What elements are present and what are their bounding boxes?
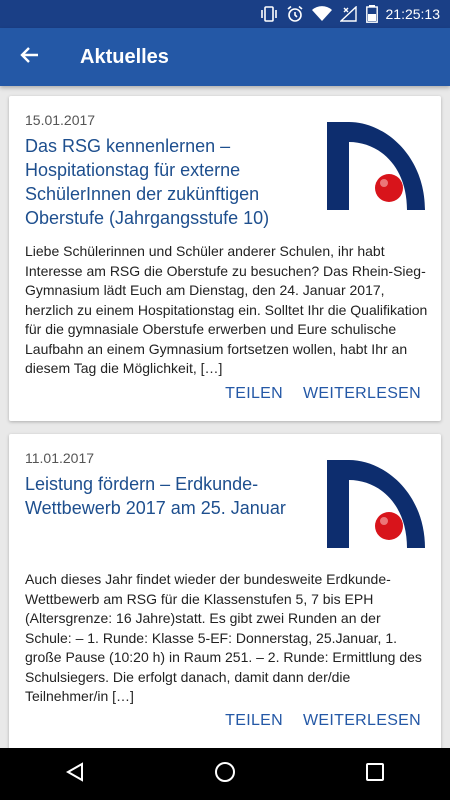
school-logo	[327, 122, 425, 210]
article-date: 11.01.2017	[25, 450, 95, 466]
share-button[interactable]: TEILEN	[225, 385, 283, 403]
school-logo	[327, 460, 425, 548]
read-more-button[interactable]: WEITERLESEN	[303, 385, 421, 403]
back-arrow-icon	[20, 45, 40, 70]
page-title: Aktuelles	[80, 45, 169, 68]
nav-back-icon	[65, 761, 85, 787]
article-date: 15.01.2017	[25, 112, 96, 128]
status-bar: 21:25:13	[0, 0, 450, 28]
article-card[interactable]: 11.01.2017 Leistung fördern – Erdkunde-W…	[9, 434, 441, 748]
nav-recents-button[interactable]	[345, 748, 405, 800]
read-more-button[interactable]: WEITERLESEN	[303, 712, 421, 730]
wifi-icon	[311, 6, 332, 22]
article-excerpt: Auch dieses Jahr findet wieder der bunde…	[25, 571, 422, 704]
article-card[interactable]: 15.01.2017 Das RSG kennenlernen – Hospit…	[9, 96, 441, 421]
navigation-bar	[0, 748, 450, 800]
back-button[interactable]	[0, 28, 60, 86]
article-actions: TEILEN WEITERLESEN	[225, 385, 421, 403]
clock-text: 21:25:13	[385, 6, 441, 22]
article-title[interactable]: Leistung fördern – Erdkunde-Wettbewerb 2…	[25, 472, 301, 520]
share-button[interactable]: TEILEN	[225, 712, 283, 730]
no-signal-icon	[339, 6, 358, 22]
nav-back-button[interactable]	[45, 748, 105, 800]
article-excerpt: Liebe Schülerinnen und Schüler anderer S…	[25, 243, 428, 376]
nav-home-icon	[214, 761, 236, 788]
alarm-icon	[286, 5, 304, 23]
battery-icon	[365, 5, 378, 23]
article-actions: TEILEN WEITERLESEN	[225, 712, 421, 730]
nav-recents-icon	[365, 762, 385, 787]
vibrate-icon	[260, 6, 278, 22]
nav-home-button[interactable]	[195, 748, 255, 800]
app-bar: Aktuelles	[0, 28, 450, 86]
article-title[interactable]: Das RSG kennenlernen – Hospitationstag f…	[25, 134, 301, 230]
article-list[interactable]: 15.01.2017 Das RSG kennenlernen – Hospit…	[0, 86, 450, 748]
